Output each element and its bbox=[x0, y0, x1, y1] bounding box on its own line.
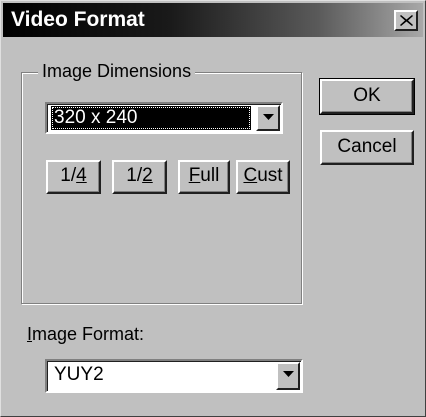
quarter-size-button[interactable]: 1/4 bbox=[46, 160, 101, 194]
image-format-label: Image Format: bbox=[27, 324, 145, 344]
image-size-dropdown-button[interactable] bbox=[256, 105, 280, 131]
close-icon bbox=[400, 15, 413, 26]
cancel-button[interactable]: Cancel bbox=[320, 130, 414, 165]
full-size-label: Full bbox=[188, 165, 220, 186]
full-size-button[interactable]: Full bbox=[178, 160, 230, 194]
dialog-title: Video Format bbox=[11, 8, 145, 31]
quarter-size-label: 1/4 bbox=[60, 165, 87, 186]
chevron-down-icon bbox=[283, 371, 294, 377]
image-format-value: YUY2 bbox=[54, 364, 104, 385]
image-format-dropdown[interactable]: YUY2 bbox=[45, 359, 303, 393]
image-format-dropdown-button[interactable] bbox=[276, 362, 300, 390]
ok-label: OK bbox=[353, 85, 381, 106]
custom-size-label: Cust bbox=[243, 165, 283, 186]
close-button[interactable] bbox=[394, 10, 418, 31]
title-bar[interactable]: Video Format bbox=[3, 3, 423, 37]
custom-size-button[interactable]: Cust bbox=[236, 160, 290, 194]
image-size-value: 320 x 240 bbox=[51, 106, 251, 130]
image-size-dropdown[interactable]: 320 x 240 bbox=[45, 102, 283, 134]
video-format-dialog: Video Format Image Dimensions 320 x 240 … bbox=[0, 0, 426, 417]
half-size-label: 1/2 bbox=[126, 165, 153, 186]
image-dimensions-label: Image Dimensions bbox=[38, 60, 196, 82]
chevron-down-icon bbox=[263, 114, 274, 120]
cancel-label: Cancel bbox=[337, 136, 397, 157]
half-size-button[interactable]: 1/2 bbox=[112, 160, 167, 194]
ok-button[interactable]: OK bbox=[319, 78, 415, 115]
